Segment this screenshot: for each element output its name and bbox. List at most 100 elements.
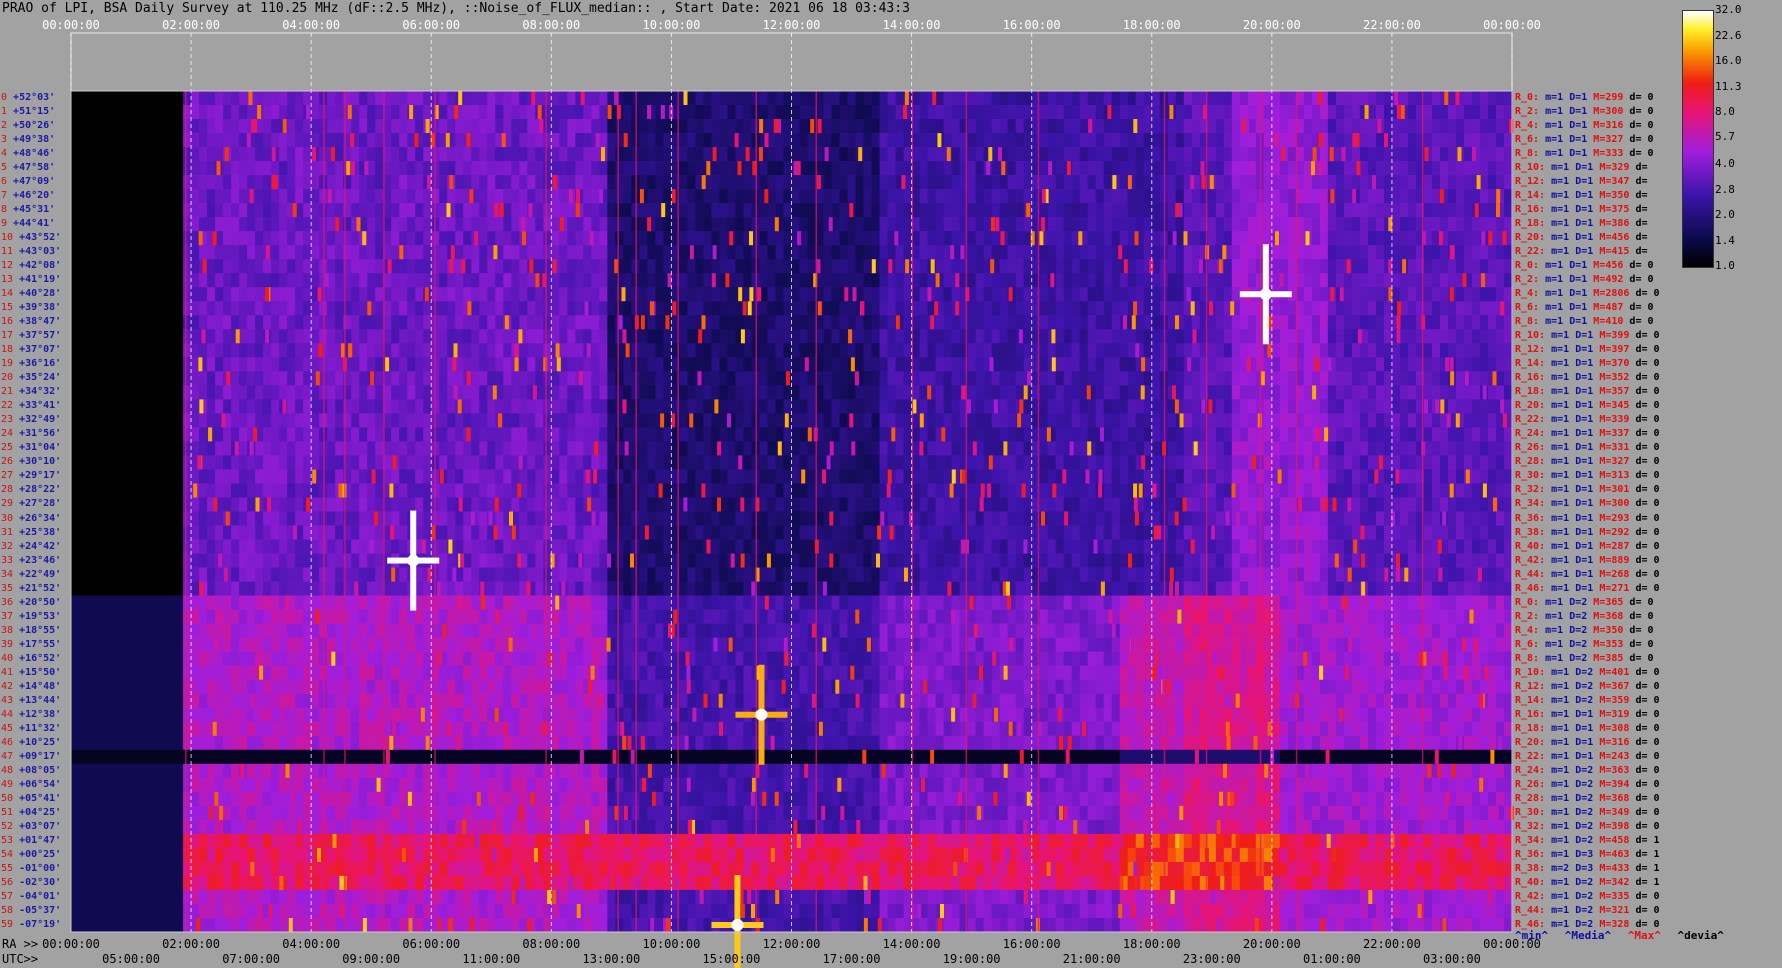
heat-cell (647, 469, 657, 484)
heat-cell (1503, 175, 1513, 190)
heat-cell (119, 189, 128, 204)
heat-cell (583, 245, 592, 260)
heat-cell (687, 119, 697, 134)
heat-cell (519, 119, 528, 134)
heat-cell (487, 371, 496, 386)
heat-cell (679, 189, 689, 204)
heat-cell (1487, 455, 1497, 470)
heat-cell (1319, 203, 1329, 218)
heat-cell (591, 413, 600, 428)
heat-cell (855, 231, 865, 246)
heat-cell (391, 161, 400, 176)
heat-cell (439, 217, 448, 232)
heat-cell (887, 287, 897, 302)
heat-cell (1247, 217, 1257, 232)
heat-cell (511, 217, 520, 232)
heat-cell (247, 469, 256, 484)
heat-cell (687, 217, 697, 232)
heat-cell (927, 273, 937, 288)
heat-cell (799, 329, 809, 344)
heat-cell (687, 231, 697, 246)
heat-cell (271, 287, 280, 302)
heat-cell (943, 287, 953, 302)
heat-cell (519, 273, 528, 288)
heat-cell (1359, 427, 1369, 442)
heat-cell (967, 133, 977, 148)
heat-cell (391, 273, 400, 288)
heat-cell (983, 273, 993, 288)
heat-cell (1071, 455, 1081, 470)
heat-cell (287, 105, 296, 120)
heat-cell (551, 427, 560, 442)
heat-cell (239, 357, 248, 372)
heat-cell (1287, 455, 1297, 470)
heat-cell (591, 105, 600, 120)
heat-cell (135, 91, 144, 106)
heat-cell (455, 287, 464, 302)
heat-cell (79, 399, 88, 414)
heat-cell (455, 231, 464, 246)
heat-cell (199, 175, 208, 190)
heat-cell (239, 147, 248, 162)
heat-cell (743, 217, 753, 232)
heat-cell (991, 413, 1001, 428)
heat-cell (647, 259, 657, 274)
heat-cell (799, 175, 809, 190)
heat-cell (479, 189, 488, 204)
heat-cell (95, 455, 104, 470)
heat-cell (223, 399, 232, 414)
heat-cell (335, 273, 344, 288)
heat-cell (967, 105, 977, 120)
heat-cell (607, 441, 616, 456)
heat-cell (1287, 329, 1297, 344)
heat-cell (871, 105, 881, 120)
heat-cell (839, 357, 849, 372)
heat-cell (599, 413, 608, 428)
heat-cell (783, 427, 793, 442)
heat-cell (567, 273, 576, 288)
heat-cell (1167, 189, 1177, 204)
heat-cell (439, 91, 448, 106)
heat-cell (839, 329, 849, 344)
heat-cell (1127, 399, 1137, 414)
heat-cell (687, 189, 697, 204)
heat-cell (71, 413, 80, 428)
heat-cell (687, 427, 697, 442)
heat-cell (1127, 91, 1137, 106)
heat-cell (223, 217, 232, 232)
heat-cell (1431, 441, 1441, 456)
heat-cell (655, 469, 665, 484)
heat-cell (1087, 245, 1097, 260)
heat-cell (847, 147, 857, 162)
heat-cell (1135, 469, 1145, 484)
heat-cell (119, 175, 128, 190)
heat-cell (871, 455, 881, 470)
heat-cell (1239, 385, 1249, 400)
heat-cell (231, 287, 240, 302)
heat-cell (1175, 231, 1185, 246)
heat-cell (599, 343, 608, 358)
heat-cell (87, 231, 96, 246)
heat-cell (967, 259, 977, 274)
heat-cell (1167, 287, 1177, 302)
heat-cell (1071, 161, 1081, 176)
heat-cell (79, 161, 88, 176)
heat-cell (1167, 119, 1177, 134)
heat-cell (1495, 273, 1505, 288)
heat-cell (775, 399, 785, 414)
heat-cell (1383, 357, 1393, 372)
heat-cell (367, 413, 376, 428)
heat-cell (807, 469, 817, 484)
heat-cell (735, 245, 745, 260)
heat-cell (879, 441, 889, 456)
heat-cell (983, 441, 993, 456)
heat-cell (623, 427, 632, 442)
heat-cell (207, 287, 216, 302)
heat-cell (951, 399, 961, 414)
heat-cell (167, 189, 176, 204)
heat-cell (855, 329, 865, 344)
heat-cell (583, 413, 592, 428)
heat-cell (1167, 427, 1177, 442)
heat-cell (879, 231, 889, 246)
heat-cell (359, 413, 368, 428)
